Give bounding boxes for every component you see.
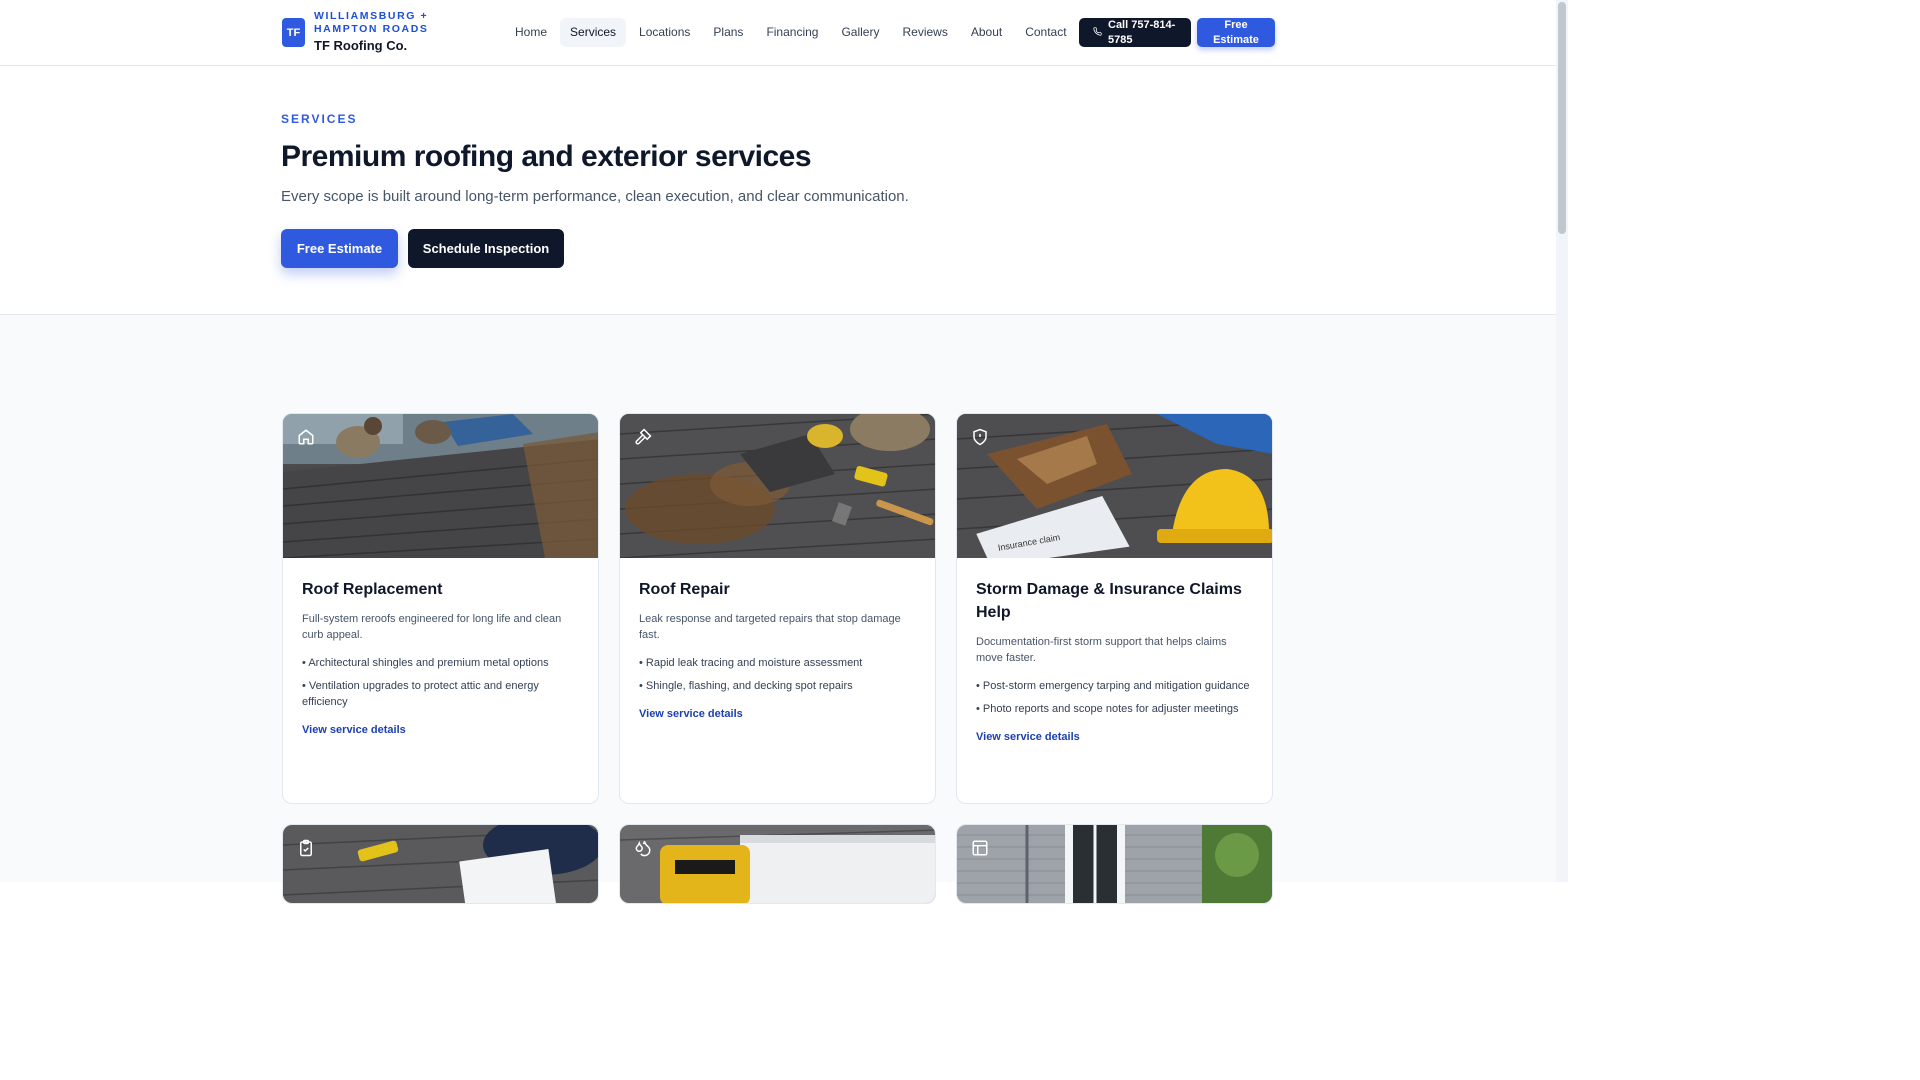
gutters-photo	[620, 825, 935, 903]
panel-layout-icon	[971, 839, 989, 857]
service-image-roof-replacement	[283, 414, 598, 558]
view-service-details-link[interactable]: View service details	[976, 731, 1080, 743]
brand[interactable]: TF WILLIAMSBURG + HAMPTON ROADS TF Roofi…	[282, 10, 494, 53]
view-service-details-link[interactable]: View service details	[302, 724, 406, 736]
hero-eyebrow: SERVICES	[281, 112, 358, 126]
droplets-icon	[634, 839, 652, 857]
service-image-inspection	[283, 825, 598, 903]
service-card-storm-damage[interactable]: Insurance claim Storm Damage & Insurance…	[956, 413, 1273, 804]
siding-photo	[957, 825, 1272, 903]
service-image-gutters	[620, 825, 935, 903]
nav-plans[interactable]: Plans	[703, 18, 753, 47]
service-title: Roof Repair	[639, 581, 730, 598]
nav-financing[interactable]: Financing	[756, 18, 828, 47]
call-button[interactable]: Call 757-814-5785	[1079, 18, 1191, 47]
service-card-body: Roof Repair Leak response and targeted r…	[620, 558, 935, 722]
nav-gallery[interactable]: Gallery	[831, 18, 889, 47]
page-scrollbar[interactable]	[1556, 0, 1568, 882]
service-bullets: Post-storm emergency tarping and mitigat…	[976, 678, 1253, 717]
storm-photo: Insurance claim	[957, 414, 1272, 558]
service-bullet: Post-storm emergency tarping and mitigat…	[976, 678, 1253, 694]
service-card-inspection[interactable]	[282, 824, 599, 904]
service-description: Documentation-first storm support that h…	[976, 636, 1227, 664]
service-bullet: Ventilation upgrades to protect attic an…	[302, 678, 579, 710]
nav-services[interactable]: Services	[560, 18, 627, 47]
service-title: Storm Damage & Insurance Claims Help	[976, 581, 1242, 621]
service-image-storm-damage: Insurance claim	[957, 414, 1272, 558]
view-service-details-link[interactable]: View service details	[639, 708, 743, 720]
nav-contact[interactable]: Contact	[1015, 18, 1076, 47]
site-header: TF WILLIAMSBURG + HAMPTON ROADS TF Roofi…	[0, 0, 1556, 66]
service-title: Roof Replacement	[302, 581, 443, 598]
service-bullets: Architectural shingles and premium metal…	[302, 655, 579, 710]
nav-about[interactable]: About	[961, 18, 1012, 47]
logo-badge[interactable]: TF	[282, 18, 305, 47]
free-estimate-button[interactable]: Free Estimate	[281, 229, 398, 268]
page-title: Premium roofing and exterior services	[281, 140, 812, 173]
roof-photo	[283, 414, 598, 558]
hammer-icon	[634, 428, 652, 446]
brand-text: WILLIAMSBURG + HAMPTON ROADS TF Roofing …	[314, 10, 494, 53]
service-card-roof-replacement[interactable]: Roof Replacement Full-system reroofs eng…	[282, 413, 599, 804]
header-estimate-label: Free Estimate	[1213, 18, 1259, 46]
main-nav: Home Services Locations Plans Financing …	[505, 18, 1080, 47]
services-section: Roof Replacement Full-system reroofs eng…	[0, 315, 1556, 904]
header-estimate-button[interactable]: Free Estimate	[1197, 18, 1275, 47]
service-bullet: Photo reports and scope notes for adjust…	[976, 701, 1253, 717]
clipboard-check-icon	[297, 839, 315, 857]
hero-subtitle: Every scope is built around long-term pe…	[281, 188, 909, 205]
brand-region: WILLIAMSBURG + HAMPTON ROADS	[314, 10, 429, 35]
brand-name[interactable]: TF Roofing Co.	[314, 38, 494, 53]
service-bullets: Rapid leak tracing and moisture assessme…	[639, 655, 916, 694]
service-card-body: Storm Damage & Insurance Claims Help Doc…	[957, 558, 1272, 745]
service-card-gutters[interactable]	[619, 824, 936, 904]
phone-icon	[1093, 27, 1102, 38]
repair-photo	[620, 414, 935, 558]
service-card-roof-repair[interactable]: Roof Repair Leak response and targeted r…	[619, 413, 936, 804]
shield-icon	[971, 428, 989, 446]
service-description: Leak response and targeted repairs that …	[639, 613, 901, 641]
home-icon	[297, 428, 315, 446]
schedule-inspection-button[interactable]: Schedule Inspection	[408, 229, 564, 268]
nav-locations[interactable]: Locations	[629, 18, 700, 47]
service-bullet: Shingle, flashing, and decking spot repa…	[639, 678, 916, 694]
service-description: Full-system reroofs engineered for long …	[302, 613, 562, 641]
nav-home[interactable]: Home	[505, 18, 557, 47]
service-image-roof-repair	[620, 414, 935, 558]
nav-reviews[interactable]: Reviews	[892, 18, 957, 47]
service-card-body: Roof Replacement Full-system reroofs eng…	[283, 558, 598, 738]
service-bullet: Architectural shingles and premium metal…	[302, 655, 579, 671]
service-image-siding	[957, 825, 1272, 903]
call-button-label: Call 757-814-5785	[1108, 18, 1176, 46]
service-card-siding[interactable]	[956, 824, 1273, 904]
inspection-photo	[283, 825, 598, 903]
hero-section: SERVICES Premium roofing and exterior se…	[0, 66, 1556, 315]
service-bullet: Rapid leak tracing and moisture assessme…	[639, 655, 916, 671]
scrollbar-thumb[interactable]	[1558, 2, 1566, 234]
